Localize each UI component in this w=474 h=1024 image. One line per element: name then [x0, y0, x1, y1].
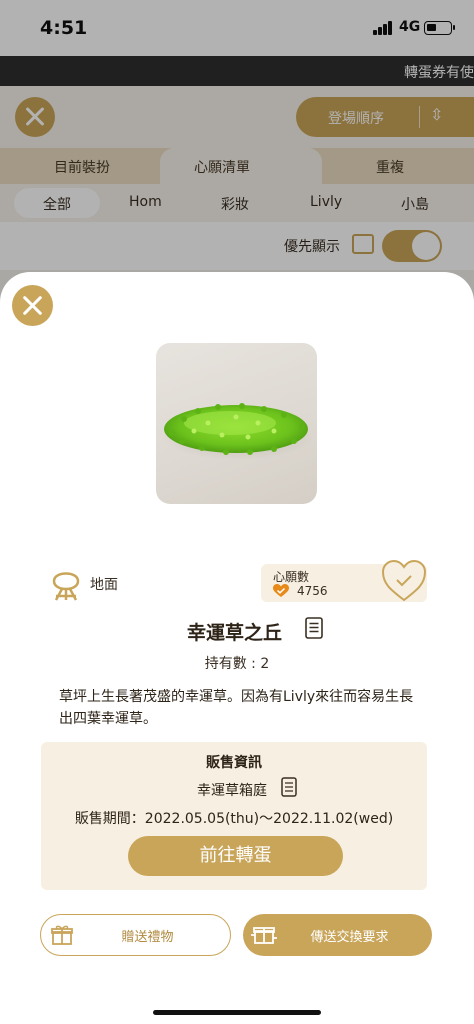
close-icon[interactable] [12, 285, 53, 326]
wish-count: 4756 [297, 584, 328, 598]
clover-hill-image [162, 403, 314, 460]
goto-gacha-button[interactable]: 前往轉蛋 [128, 836, 343, 876]
item-detail-sheet: 地面 心願數 4756 幸運草之丘 持有數 : 2 草坪上生長著茂盛的幸運草。因… [0, 272, 474, 1024]
document-icon[interactable] [305, 617, 323, 639]
send-trade-request-label: 傳送交換要求 [310, 930, 389, 945]
sale-title: 販售資訊 [206, 755, 262, 771]
wishlist-heart-button[interactable] [381, 559, 427, 603]
send-trade-request-button[interactable]: 傳送交換要求 [243, 914, 432, 956]
ground-icon [52, 572, 80, 601]
wish-label: 心願數 [273, 570, 310, 584]
sale-source: 幸運草箱庭 [197, 783, 267, 799]
category-label: 地面 [90, 577, 118, 593]
send-gift-button[interactable]: 贈送禮物 [40, 914, 231, 956]
sale-info-box: 販售資訊 幸運草箱庭 販售期間：2022.05.05(thu)〜2022.11.… [41, 742, 427, 890]
document-icon[interactable] [281, 777, 297, 797]
item-description: 草坪上生長著茂盛的幸運草。因為有Livly來往而容易生長出四葉幸運草。 [59, 689, 414, 727]
item-image [156, 343, 317, 504]
item-name: 幸運草之丘 [187, 622, 283, 644]
heart-small-icon [273, 584, 289, 597]
owned-count: 持有數 : 2 [204, 656, 270, 672]
send-gift-label: 贈送禮物 [121, 930, 174, 945]
home-indicator[interactable] [153, 1010, 321, 1015]
sale-period: 販售期間：2022.05.05(thu)〜2022.11.02(wed) [74, 811, 394, 827]
